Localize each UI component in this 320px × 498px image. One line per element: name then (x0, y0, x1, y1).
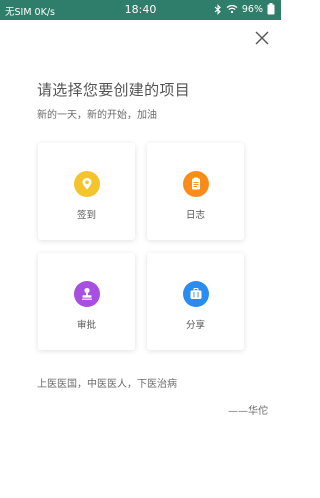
bluetooth-icon (214, 3, 222, 15)
battery-icon (267, 3, 275, 15)
briefcase-icon (183, 281, 209, 307)
approval-label: 审批 (76, 320, 96, 331)
checkin-card[interactable]: 签到 (38, 143, 135, 240)
stamp-icon (74, 281, 100, 307)
checkin-label: 签到 (76, 210, 96, 221)
log-card[interactable]: 日志 (147, 143, 244, 240)
location-pin-icon (74, 171, 100, 197)
page-subtitle: 新的一天，新的开始，加油 (37, 110, 157, 121)
share-label: 分享 (185, 320, 205, 331)
share-card[interactable]: 分享 (147, 253, 244, 350)
close-icon (255, 31, 269, 45)
approval-card[interactable]: 审批 (38, 253, 135, 350)
status-bar: 无SIM 0K/s 18:40 96% (0, 0, 281, 20)
page-title: 请选择您要创建的项目 (37, 81, 191, 99)
quote-author: ——华佗 (228, 406, 268, 417)
log-label: 日志 (185, 210, 205, 221)
wifi-icon (226, 4, 238, 14)
notepad-icon (183, 171, 209, 197)
status-icons: 96% (214, 3, 275, 15)
battery-level: 96% (241, 3, 263, 15)
close-button[interactable] (252, 28, 272, 48)
quote-text: 上医医国，中医医人，下医治病 (37, 379, 177, 390)
